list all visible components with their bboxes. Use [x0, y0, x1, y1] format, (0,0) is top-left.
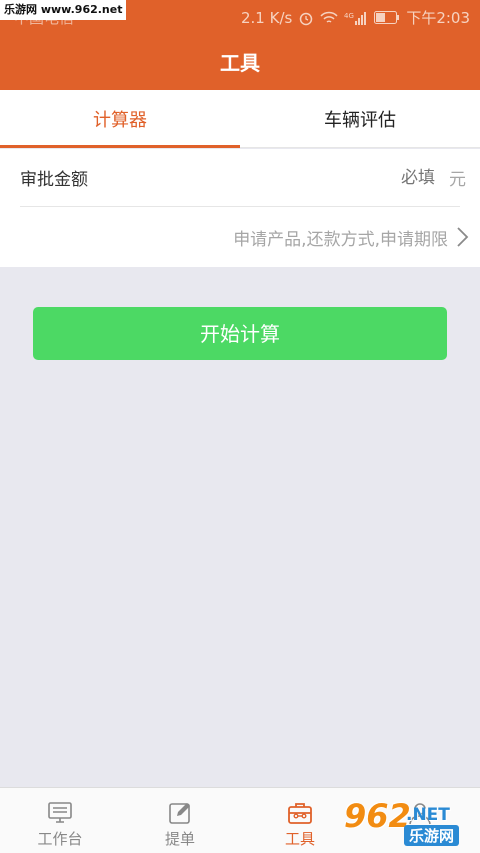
loan-options-selector[interactable]: 申请产品,还款方式,申请期限: [20, 208, 469, 266]
status-icons: 2.1 K/s 4G 下午2:03: [241, 7, 470, 28]
alarm-icon: [300, 12, 313, 25]
network-type-label: 4G: [344, 12, 354, 20]
watermark-cn: 乐游网: [404, 825, 460, 846]
tab-vehicle-evaluation[interactable]: 车辆评估: [240, 90, 480, 147]
workbench-icon: [48, 802, 72, 823]
calculator-form: 审批金额 元 申请产品,还款方式,申请期限: [0, 149, 480, 267]
nav-label-tools: 工具: [284, 830, 315, 848]
app-header: 工具: [0, 33, 480, 90]
wifi-icon: [320, 11, 338, 23]
watermark-logo: 962 .NET 乐游网: [344, 797, 472, 847]
page-title: 工具: [220, 51, 260, 75]
network-speed: 2.1 K/s: [240, 8, 293, 27]
tab-calculator[interactable]: 计算器: [0, 90, 240, 148]
nav-item-submit[interactable]: 提单: [120, 788, 240, 853]
watermark-top: 乐游网 www.962.net: [0, 0, 127, 20]
signal-icon: 4G: [344, 11, 367, 25]
toolbox-icon: [288, 803, 312, 824]
start-calculation-button[interactable]: 开始计算: [33, 307, 447, 360]
amount-unit: 元: [449, 170, 466, 190]
watermark-net: .NET: [406, 805, 450, 825]
amount-row: 审批金额 元: [20, 149, 466, 207]
nav-label-submit: 提单: [164, 830, 195, 848]
clock: 下午2:03: [406, 9, 470, 27]
edit-icon: [169, 803, 190, 824]
watermark-number: 962: [344, 797, 411, 835]
battery-icon: [374, 11, 400, 24]
loan-options-text: 申请产品,还款方式,申请期限: [233, 229, 448, 250]
amount-label: 审批金额: [20, 170, 88, 190]
nav-label-workbench: 工作台: [37, 830, 83, 848]
tab-bar: 计算器 车辆评估: [0, 90, 480, 148]
chevron-right-icon: [457, 227, 469, 247]
nav-item-workbench[interactable]: 工作台: [0, 788, 120, 853]
nav-item-tools[interactable]: 工具: [240, 788, 360, 853]
amount-input[interactable]: [315, 167, 435, 188]
